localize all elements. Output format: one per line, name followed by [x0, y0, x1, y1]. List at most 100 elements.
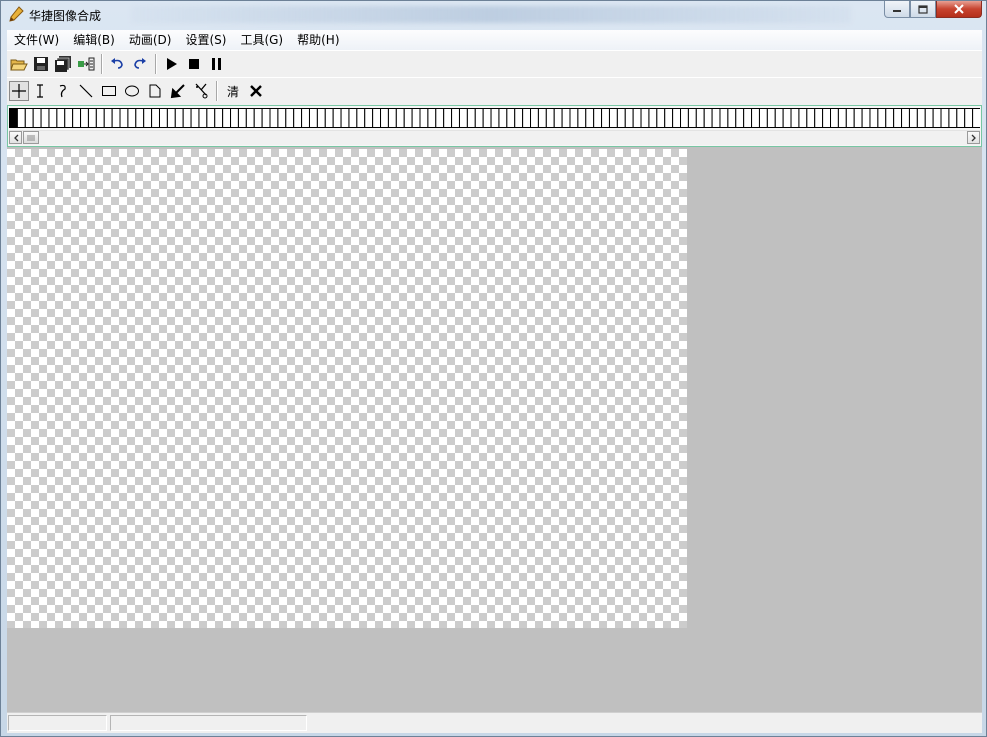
frame-cell[interactable]: [403, 108, 413, 128]
frame-cell[interactable]: [593, 108, 603, 128]
frame-cell[interactable]: [893, 108, 903, 128]
frame-cell[interactable]: [601, 108, 610, 128]
frame-cell[interactable]: [158, 108, 168, 128]
frame-cell[interactable]: [877, 108, 887, 128]
frame-cell[interactable]: [87, 108, 97, 128]
menu-file[interactable]: 文件(W): [7, 31, 66, 49]
clear-button[interactable]: 清: [223, 81, 243, 101]
frame-cell[interactable]: [585, 108, 595, 128]
frame-cell[interactable]: [372, 108, 382, 128]
frame-cell[interactable]: [80, 108, 89, 128]
frame-cell[interactable]: [151, 108, 160, 128]
frame-cell[interactable]: [237, 108, 247, 128]
polygon-tool[interactable]: [145, 81, 165, 101]
close-button[interactable]: [936, 1, 982, 18]
menu-edit[interactable]: 编辑(B): [66, 31, 122, 49]
frame-cell[interactable]: [861, 108, 871, 128]
pause-button[interactable]: [207, 54, 227, 74]
minimize-button[interactable]: [884, 1, 910, 18]
delete-button[interactable]: [246, 81, 266, 101]
frame-cell[interactable]: [751, 108, 760, 128]
text-tool[interactable]: [30, 81, 50, 101]
save-button[interactable]: [31, 54, 51, 74]
frame-cell[interactable]: [853, 108, 863, 128]
frame-cell[interactable]: [845, 108, 855, 128]
frame-cell[interactable]: [103, 108, 113, 128]
frame-cell[interactable]: [814, 108, 824, 128]
frame-cell[interactable]: [774, 108, 784, 128]
frame-cell[interactable]: [324, 108, 334, 128]
frame-cell[interactable]: [285, 108, 295, 128]
frame-cell[interactable]: [806, 108, 816, 128]
frame-cell[interactable]: [451, 108, 460, 128]
frame-cell[interactable]: [901, 108, 910, 128]
arrow-tool[interactable]: [168, 81, 188, 101]
line-tool[interactable]: [76, 81, 96, 101]
frame-cell[interactable]: [522, 108, 532, 128]
frame-cell[interactable]: [182, 108, 192, 128]
frame-scrollbar[interactable]: [9, 130, 980, 145]
frame-cell[interactable]: [24, 108, 34, 128]
redo-button[interactable]: [130, 54, 150, 74]
menu-animation[interactable]: 动画(D): [122, 31, 179, 49]
frame-cell[interactable]: [198, 108, 208, 128]
frame-cell[interactable]: [364, 108, 374, 128]
frame-cell[interactable]: [490, 108, 500, 128]
frame-cell[interactable]: [537, 108, 547, 128]
frame-cell[interactable]: [577, 108, 587, 128]
frame-cell[interactable]: [766, 108, 776, 128]
menu-tools[interactable]: 工具(G): [233, 31, 290, 49]
scroll-thumb[interactable]: [23, 131, 39, 144]
frame-cell[interactable]: [798, 108, 808, 128]
crosshair-tool[interactable]: [9, 81, 29, 101]
import-button[interactable]: [76, 54, 96, 74]
frame-cell[interactable]: [9, 108, 18, 128]
frame-cell[interactable]: [711, 108, 721, 128]
frame-cell[interactable]: [230, 108, 239, 128]
frame-cell[interactable]: [735, 108, 745, 128]
frame-cell[interactable]: [530, 108, 539, 128]
frame-cell[interactable]: [545, 108, 555, 128]
frame-cell[interactable]: [443, 108, 453, 128]
frame-cell[interactable]: [916, 108, 926, 128]
frame-cell[interactable]: [956, 108, 966, 128]
frame-cell[interactable]: [316, 108, 326, 128]
frame-cell[interactable]: [380, 108, 389, 128]
frame-cell[interactable]: [293, 108, 303, 128]
curve-tool[interactable]: [53, 81, 73, 101]
frame-cell[interactable]: [672, 108, 682, 128]
frame-cell[interactable]: [687, 108, 697, 128]
frame-cell[interactable]: [790, 108, 800, 128]
frame-cell[interactable]: [514, 108, 524, 128]
frame-cell[interactable]: [72, 108, 82, 128]
frame-cell[interactable]: [616, 108, 626, 128]
frame-cell[interactable]: [166, 108, 176, 128]
frame-cell[interactable]: [506, 108, 516, 128]
frame-cell[interactable]: [727, 108, 737, 128]
frame-cell[interactable]: [253, 108, 263, 128]
title-bar[interactable]: 华捷图像合成: [1, 1, 986, 29]
open-button[interactable]: [9, 54, 29, 74]
frame-cell[interactable]: [482, 108, 492, 128]
frame-cell[interactable]: [56, 108, 66, 128]
frame-cell[interactable]: [435, 108, 445, 128]
frame-strip[interactable]: [9, 108, 980, 128]
frame-cell[interactable]: [948, 108, 958, 128]
frame-cell[interactable]: [174, 108, 184, 128]
frame-cell[interactable]: [648, 108, 658, 128]
scroll-right-button[interactable]: [967, 131, 980, 144]
undo-button[interactable]: [107, 54, 127, 74]
frame-cell[interactable]: [680, 108, 689, 128]
frame-cell[interactable]: [656, 108, 666, 128]
frame-cell[interactable]: [830, 108, 839, 128]
frame-cell[interactable]: [743, 108, 753, 128]
stop-button[interactable]: [184, 54, 204, 74]
frame-cell[interactable]: [127, 108, 137, 128]
frame-cell[interactable]: [498, 108, 508, 128]
frame-cell[interactable]: [458, 108, 468, 128]
frame-cell[interactable]: [822, 108, 831, 128]
frame-cell[interactable]: [245, 108, 255, 128]
frame-cell[interactable]: [885, 108, 895, 128]
save-all-button[interactable]: [53, 54, 73, 74]
rectangle-tool[interactable]: [99, 81, 119, 101]
